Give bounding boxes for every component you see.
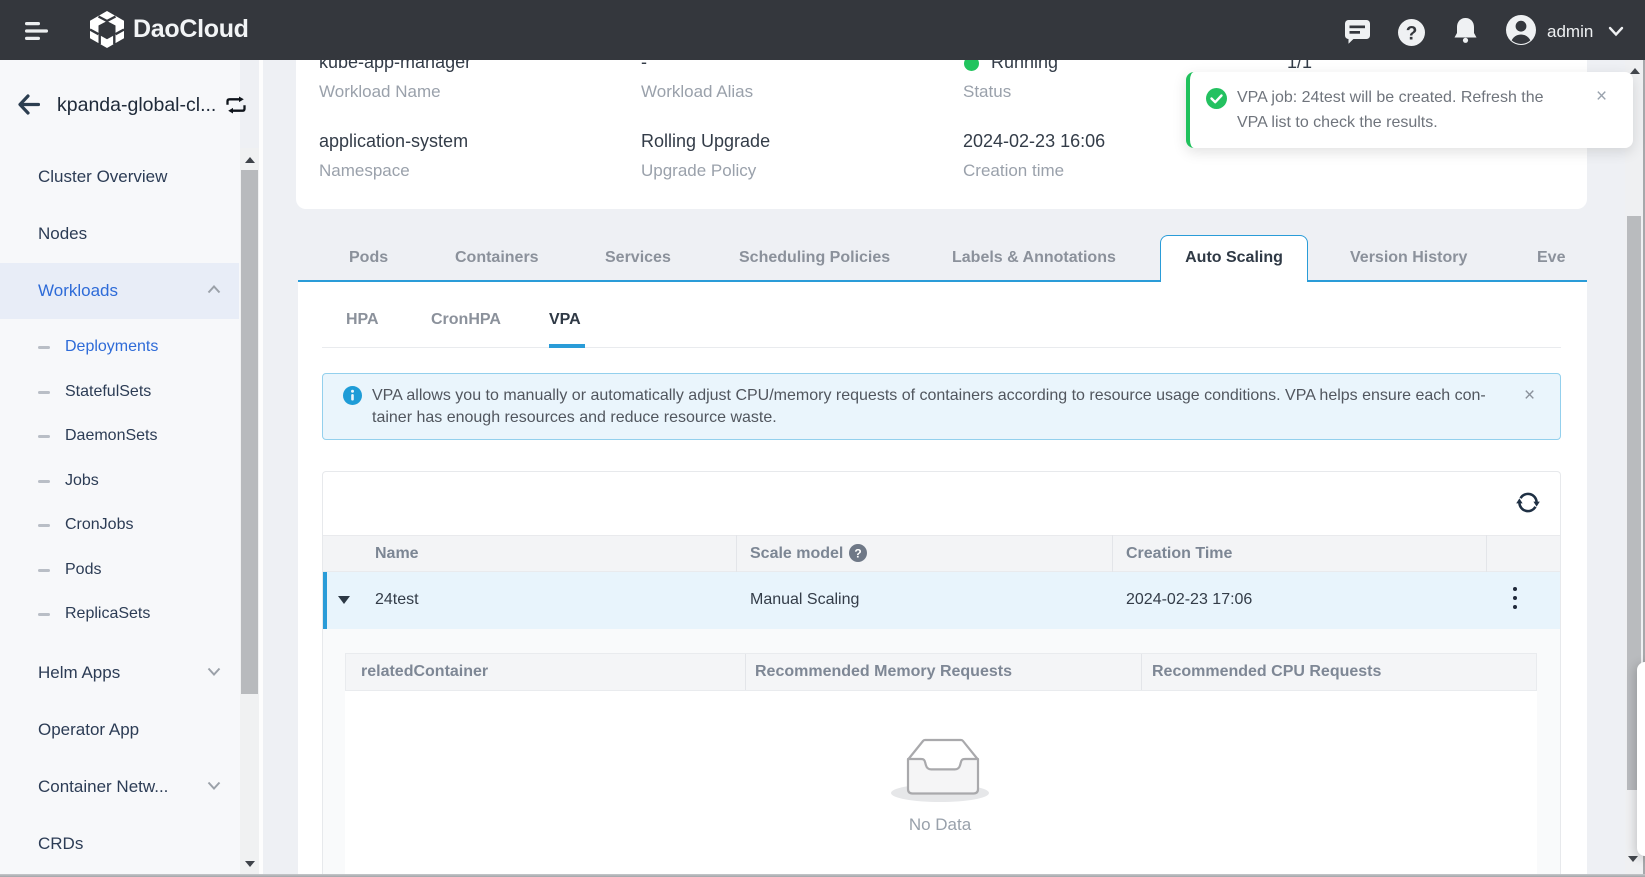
svg-text:?: ? [1406,24,1418,45]
svg-text:?: ? [854,546,861,560]
